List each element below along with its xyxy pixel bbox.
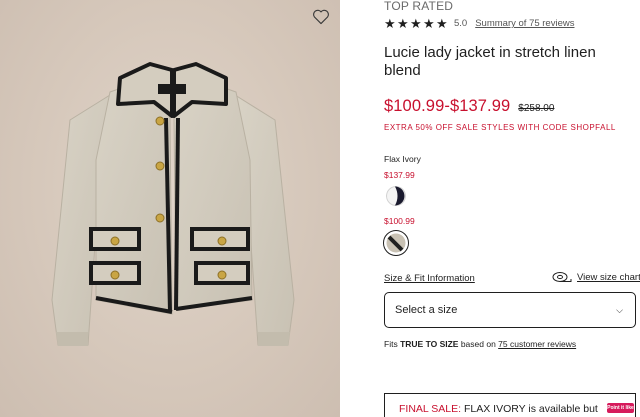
size-select[interactable]: Select a size ⌵ xyxy=(384,292,636,328)
selected-color-name: Flax Ivory xyxy=(384,154,421,164)
product-title: Lucie lady jacket in stretch linen blend xyxy=(384,44,596,79)
fit-summary: Fits TRUE TO SIZE based on 75 customer r… xyxy=(384,339,576,349)
wishlist-button[interactable] xyxy=(312,9,330,25)
final-sale-notice: FINAL SALE: FLAX IVORY is available but xyxy=(384,393,636,417)
size-select-label: Select a size xyxy=(395,304,458,316)
star-icon: ★ xyxy=(410,16,422,31)
rating-stars: ★ ★ ★ ★ ★ xyxy=(384,17,449,30)
sale-price-range: $100.99-$137.99 xyxy=(384,97,511,115)
size-chart-link[interactable]: View size chart xyxy=(552,271,640,283)
final-sale-text: FLAX IVORY is available but xyxy=(461,403,598,415)
fit-reviews-link[interactable]: 75 customer reviews xyxy=(498,339,576,349)
swatch-price: $137.99 xyxy=(384,170,415,180)
size-chart-label: View size chart xyxy=(577,271,640,283)
fit-prefix: Fits xyxy=(384,339,401,349)
promo-text: EXTRA 50% OFF SALE STYLES WITH CODE SHOP… xyxy=(384,123,616,132)
measuring-tape-icon xyxy=(552,272,572,282)
swatch-price: $100.99 xyxy=(384,216,415,226)
chevron-down-icon: ⌵ xyxy=(616,304,623,315)
rating-value: 5.0 xyxy=(454,18,468,29)
price-row: $100.99-$137.99 $258.00 xyxy=(384,97,554,116)
color-swatch-flax-ivory[interactable] xyxy=(386,233,406,253)
rating-row: ★ ★ ★ ★ ★ 5.0 Summary of 75 reviews xyxy=(384,17,574,30)
top-rated-label: TOP RATED xyxy=(384,0,454,13)
product-image[interactable] xyxy=(0,0,340,417)
fit-emphasis: TRUE TO SIZE xyxy=(400,339,459,349)
final-sale-label: FINAL SALE: xyxy=(399,403,462,415)
swatch-icon xyxy=(386,233,406,253)
star-icon: ★ xyxy=(423,16,435,31)
point-it-badge[interactable]: Point it like xyxy=(607,403,634,413)
swatch-icon xyxy=(386,186,406,206)
heart-outline-icon xyxy=(313,9,329,25)
reviews-summary-link[interactable]: Summary of 75 reviews xyxy=(475,18,574,29)
jacket-illustration xyxy=(51,62,295,346)
star-icon: ★ xyxy=(384,16,396,31)
fit-middle: based on xyxy=(458,339,499,349)
color-swatch-white-navy[interactable] xyxy=(386,186,406,206)
star-icon: ★ xyxy=(436,16,448,31)
star-icon: ★ xyxy=(397,16,409,31)
original-price: $258.00 xyxy=(518,103,555,114)
size-fit-link[interactable]: Size & Fit Information xyxy=(384,273,475,284)
